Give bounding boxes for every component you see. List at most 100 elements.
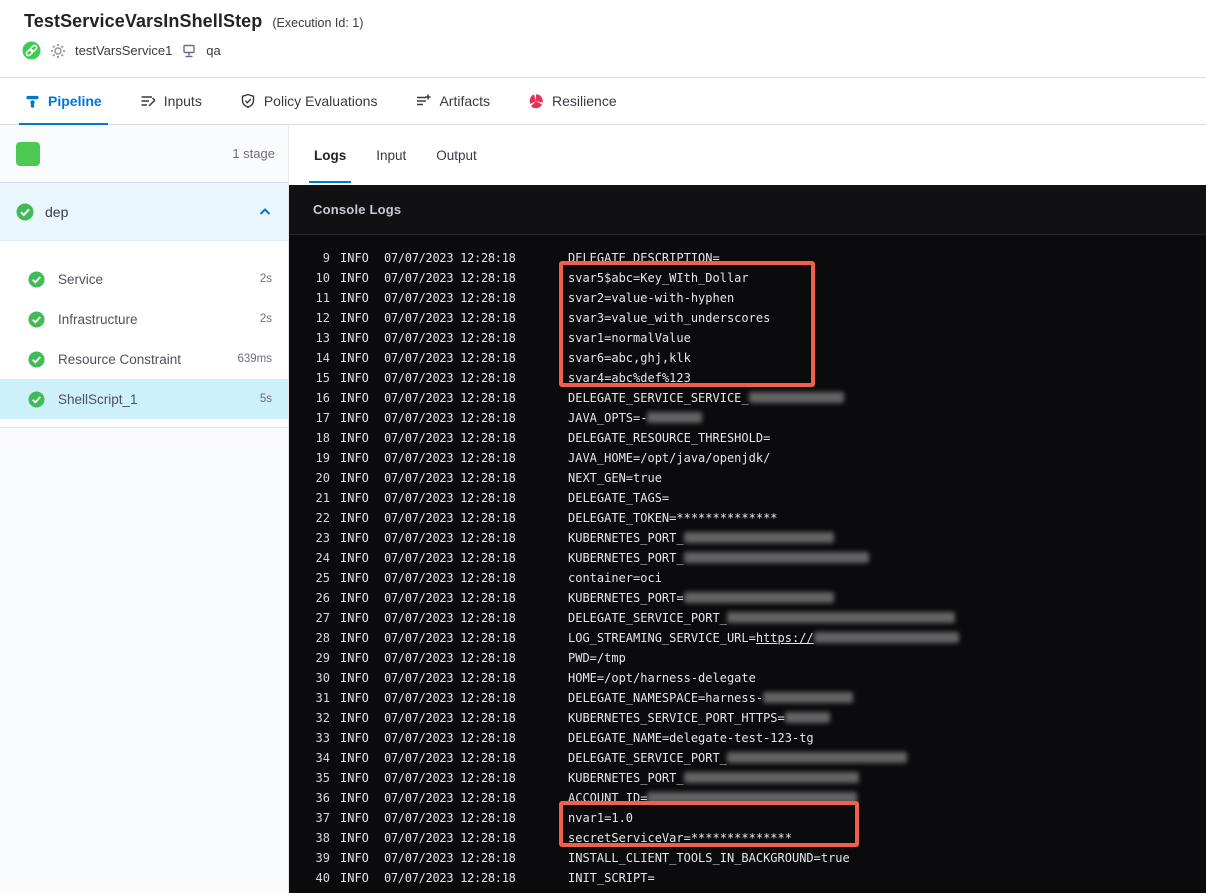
tab-inputs[interactable]: Inputs [140, 78, 202, 124]
log-line-number: 10 [315, 271, 330, 285]
log-message: DELEGATE_DESCRIPTION= [568, 251, 720, 265]
tab-artifacts[interactable]: Artifacts [415, 78, 490, 124]
chevron-up-icon[interactable] [258, 205, 272, 219]
log-timestamp: 07/07/2023 12:28:18 [384, 791, 516, 805]
log-row: 12 INFO 07/07/2023 12:28:18 svar3=value_wit… [289, 308, 1206, 328]
title-row: TestServiceVarsInShellStep (Execution Id… [0, 0, 1206, 32]
log-line-number: 13 [315, 331, 330, 345]
redacted-value [726, 752, 907, 763]
log-timestamp: 07/07/2023 12:28:18 [384, 871, 516, 885]
tab-logs[interactable]: Logs [308, 125, 352, 185]
step-row-service[interactable]: Service 2s [0, 259, 288, 299]
log-link[interactable]: https:// [756, 631, 814, 645]
log-line-number: 30 [315, 671, 330, 685]
tab-output[interactable]: Output [436, 125, 477, 185]
log-line-number: 11 [315, 291, 330, 305]
step-row-infrastructure[interactable]: Infrastructure 2s [0, 299, 288, 339]
log-timestamp: 07/07/2023 12:28:18 [384, 271, 516, 285]
step-name: Service [58, 271, 104, 287]
log-timestamp: 07/07/2023 12:28:18 [384, 391, 516, 405]
step-duration: 639ms [237, 353, 272, 365]
log-timestamp: 07/07/2023 12:28:18 [384, 711, 516, 725]
log-row: 16 INFO 07/07/2023 12:28:18 DELEGATE_SERVIC… [289, 388, 1206, 408]
log-timestamp: 07/07/2023 12:28:18 [384, 451, 516, 465]
redacted-value [683, 592, 834, 603]
log-line-number: 37 [315, 811, 330, 825]
log-row: 40 INFO 07/07/2023 12:28:18 INIT_SCRIPT= [289, 868, 1206, 888]
log-timestamp: 07/07/2023 12:28:18 [384, 531, 516, 545]
check-circle-icon [28, 390, 45, 408]
log-line-number: 36 [315, 791, 330, 805]
tab-input[interactable]: Input [376, 125, 406, 185]
redacted-value [683, 532, 834, 543]
log-line-number: 15 [315, 371, 330, 385]
log-line-number: 19 [315, 451, 330, 465]
log-row: 33 INFO 07/07/2023 12:28:18 DELEGATE_NAME=d… [289, 728, 1206, 748]
log-timestamp: 07/07/2023 12:28:18 [384, 591, 516, 605]
stage-minimap-header: 1 stage [0, 125, 288, 183]
log-level: INFO [340, 811, 369, 825]
log-message: svar3=value_with_underscores [568, 311, 771, 325]
stage-row-dep[interactable]: dep [0, 183, 288, 241]
log-level: INFO [340, 571, 369, 585]
log-timestamp: 07/07/2023 12:28:18 [384, 751, 516, 765]
log-level: INFO [340, 471, 369, 485]
log-message: svar5$abc=Key_WIth_Dollar [568, 271, 749, 285]
log-lines: 9 INFO 07/07/2023 12:28:18 DELEGATE_DESCRIP… [289, 235, 1206, 888]
log-line-number: 34 [315, 751, 330, 765]
log-row: 24 INFO 07/07/2023 12:28:18 KUBERNETES_PORT… [289, 548, 1206, 568]
check-circle-icon [28, 310, 45, 328]
log-message: HOME=/opt/harness-delegate [568, 671, 756, 685]
log-row: 22 INFO 07/07/2023 12:28:18 DELEGATE_TOKEN=… [289, 508, 1206, 528]
log-message: JAVA_HOME=/opt/java/openjdk/ [568, 451, 771, 465]
console-header: Console Logs [289, 185, 1206, 235]
log-line-number: 20 [315, 471, 330, 485]
log-timestamp: 07/07/2023 12:28:18 [384, 831, 516, 845]
log-row: 25 INFO 07/07/2023 12:28:18 container=oci [289, 568, 1206, 588]
tab-label: Pipeline [48, 93, 102, 109]
log-message: DELEGATE_NAMESPACE=harness- [568, 688, 1206, 708]
log-message: INIT_SCRIPT= [568, 871, 655, 885]
log-timestamp: 07/07/2023 12:28:18 [384, 471, 516, 485]
tab-policy-evaluations[interactable]: Policy Evaluations [240, 78, 377, 124]
step-duration: 5s [259, 393, 272, 405]
execution-sidebar: 1 stage dep Service 2s Infrastructure 2s Res… [0, 125, 289, 893]
log-level: INFO [340, 731, 369, 745]
step-row-shellscript-1[interactable]: ShellScript_1 5s [0, 379, 288, 419]
log-row: 29 INFO 07/07/2023 12:28:18 PWD=/tmp [289, 648, 1206, 668]
stage-minimap-tile[interactable] [16, 141, 40, 166]
tab-pipeline[interactable]: Pipeline [19, 78, 108, 125]
log-line-number: 33 [315, 731, 330, 745]
step-row-resource-constraint[interactable]: Resource Constraint 639ms [0, 339, 288, 379]
log-message: PWD=/tmp [568, 651, 626, 665]
log-level: INFO [340, 591, 369, 605]
log-level: INFO [340, 631, 369, 645]
check-circle-icon [28, 350, 45, 368]
log-message: container=oci [568, 571, 662, 585]
log-row: 36 INFO 07/07/2023 12:28:18 ACCOUNT_ID= [289, 788, 1206, 808]
log-row: 14 INFO 07/07/2023 12:28:18 svar6=abc,ghj,k… [289, 348, 1206, 368]
check-circle-icon [28, 270, 45, 288]
log-row: 13 INFO 07/07/2023 12:28:18 svar1=normalVal… [289, 328, 1206, 348]
log-line-number: 39 [315, 851, 330, 865]
log-level: INFO [340, 651, 369, 665]
log-line-number: 22 [315, 511, 330, 525]
log-message: svar4=abc%def%123 [568, 371, 691, 385]
tab-resilience[interactable]: Resilience [528, 78, 617, 124]
step-name: Infrastructure [58, 311, 138, 327]
log-level: INFO [340, 371, 369, 385]
log-level: INFO [340, 831, 369, 845]
log-row: 30 INFO 07/07/2023 12:28:18 HOME=/opt/harne… [289, 668, 1206, 688]
log-level: INFO [340, 271, 369, 285]
log-line-number: 16 [315, 391, 330, 405]
log-message: nvar1=1.0 [568, 811, 634, 825]
log-timestamp: 07/07/2023 12:28:18 [384, 851, 516, 865]
log-level: INFO [340, 791, 369, 805]
log-message: KUBERNETES_SERVICE_PORT_HTTPS= [568, 708, 1206, 728]
log-line-number: 26 [315, 591, 330, 605]
log-timestamp: 07/07/2023 12:28:18 [384, 811, 516, 825]
execution-id-label: (Execution Id: 1) [272, 16, 364, 30]
log-line-number: 31 [315, 691, 330, 705]
log-line-number: 29 [315, 651, 330, 665]
redacted-value [726, 612, 955, 623]
